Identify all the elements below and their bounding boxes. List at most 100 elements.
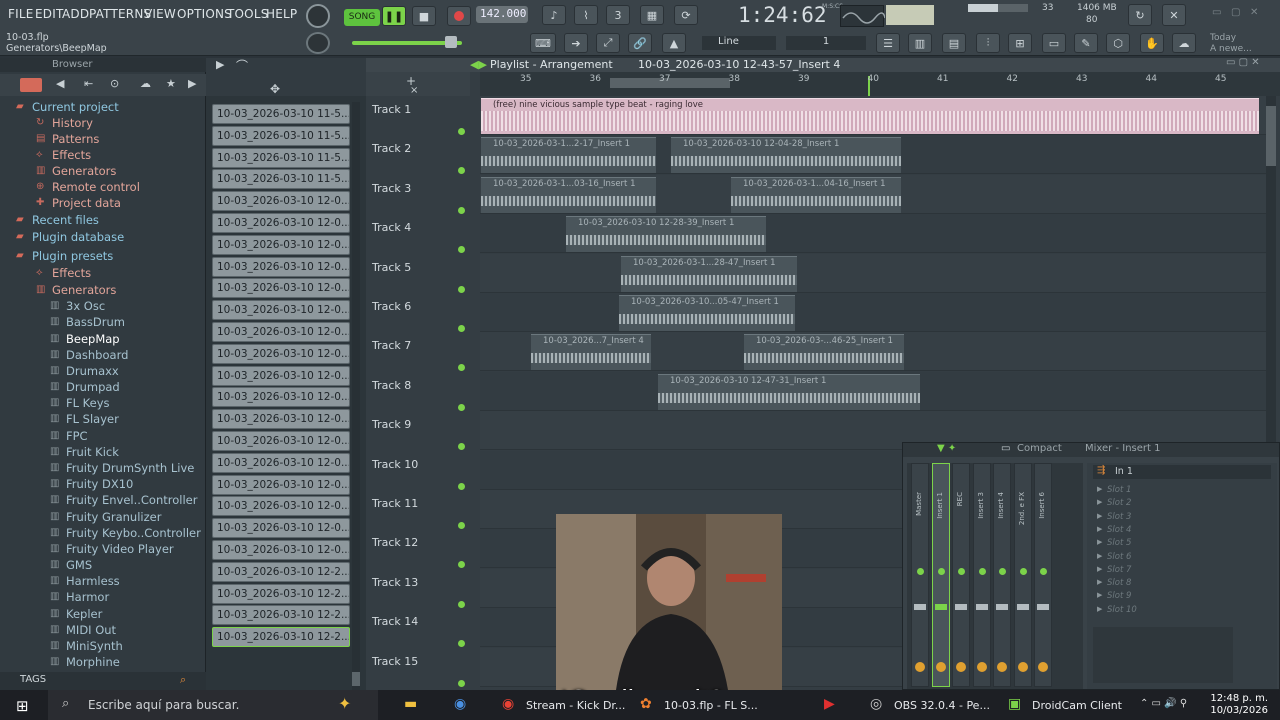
playlist-clip[interactable]: 10-03_2026-03-10 12-47-31_Insert 1 xyxy=(658,373,920,410)
edge-icon[interactable]: ◉ xyxy=(454,696,466,712)
close-icon[interactable]: × xyxy=(410,85,418,96)
magnet-icon[interactable]: ⌒ xyxy=(236,57,248,74)
browser-item[interactable]: ▥ FL Keys xyxy=(0,396,206,412)
mixer-pan-knob[interactable] xyxy=(935,662,946,672)
plugin-picker-button[interactable]: ⊞ xyxy=(1008,33,1032,53)
menu-patterns[interactable]: PATTERNS xyxy=(89,7,151,21)
pattern-list-item[interactable]: 10-03_2026-03-10 11-5... xyxy=(212,125,350,146)
browser-item[interactable]: ▥ BeepMap xyxy=(0,332,206,348)
browser-item[interactable]: ▥ MIDI Out xyxy=(0,623,206,639)
tools-menu-button[interactable]: ✎ xyxy=(1074,33,1098,53)
browser-item[interactable]: ▰ Plugin database xyxy=(0,230,206,246)
pattern-list-item[interactable]: 10-03_2026-03-10 12-0... xyxy=(212,343,350,364)
pattern-list-item[interactable]: 10-03_2026-03-10 12-0... xyxy=(212,387,350,408)
pattern-list-item[interactable]: 10-03_2026-03-10 12-0... xyxy=(212,278,350,299)
timeline-ruler[interactable]: 35 36 37 38 39 40 41 42 43 44 45 xyxy=(480,72,1280,96)
mixer-pan-knob[interactable] xyxy=(1038,662,1048,672)
youtube-icon[interactable]: ▶ xyxy=(824,696,835,712)
mixer-mute-led[interactable] xyxy=(978,568,986,575)
track-header[interactable]: Track 2 xyxy=(370,135,470,175)
pattern-list-item[interactable]: 10-03_2026-03-10 12-0... xyxy=(212,322,350,342)
pattern-list-item[interactable]: 10-03_2026-03-10 12-0... xyxy=(212,409,350,430)
browser-item[interactable]: ✚ Project data xyxy=(0,196,206,212)
track-enable-led[interactable] xyxy=(458,600,465,608)
track-enable-led[interactable] xyxy=(458,364,465,372)
browser-item[interactable]: ▥ FPC xyxy=(0,429,206,445)
track-enable-led[interactable] xyxy=(458,522,465,529)
mixer-pan-knob[interactable] xyxy=(956,662,966,672)
browser-item[interactable]: ⟡ Effects xyxy=(0,148,206,164)
playlist-play-icon[interactable]: ◀▶ xyxy=(470,58,487,71)
browser-item[interactable]: ▥ Harmor xyxy=(0,590,206,606)
mixer-mute-led[interactable] xyxy=(917,568,924,575)
pattern-list-item[interactable]: 10-03_2026-03-10 12-0... xyxy=(212,365,350,386)
back-icon[interactable]: ◀ xyxy=(56,77,64,90)
obs-icon[interactable]: ◎ xyxy=(870,696,882,712)
mixer-fader[interactable] xyxy=(1037,604,1049,610)
mixer-fx-slot[interactable]: ▶ Slot 2 xyxy=(1093,498,1271,510)
next-button[interactable]: ➔ xyxy=(564,33,588,53)
mixer-fader[interactable] xyxy=(914,604,926,610)
taskbar-app-stream[interactable]: Stream - Kick Dr... xyxy=(526,699,625,712)
menu-options[interactable]: OPTIONS xyxy=(177,7,232,21)
browser-item[interactable]: ⟡ Effects xyxy=(0,266,206,282)
browser-item[interactable]: ▥ Drumaxx xyxy=(0,364,206,380)
browser-item[interactable]: ▤ Patterns xyxy=(0,132,206,148)
mixer-pan-knob[interactable] xyxy=(1017,662,1028,672)
playlist-clip[interactable]: 10-03_2026-03-...46-25_Insert 1 xyxy=(744,334,904,371)
pattern-list-item[interactable]: 10-03_2026-03-10 12-0... xyxy=(212,474,350,495)
track-enable-led[interactable] xyxy=(458,679,465,687)
browser-item[interactable]: ▰ Recent files xyxy=(0,213,206,229)
mixer-channel-strip[interactable]: Insert 3 xyxy=(972,463,991,687)
playlist-clip[interactable]: (free) nine vicious sample type beat - r… xyxy=(481,98,1259,134)
pause-button[interactable]: ❚❚ xyxy=(382,6,406,26)
track-enable-led[interactable] xyxy=(458,640,465,648)
file-explorer-icon[interactable]: ▬ xyxy=(404,696,417,712)
track-header[interactable]: Track 5 xyxy=(370,254,470,293)
browser-item[interactable]: ▥ GMS xyxy=(0,558,206,574)
browser-item[interactable]: ▥ Generators xyxy=(0,164,206,180)
loop-record-button[interactable]: ⟳ xyxy=(674,5,698,25)
pattern-list-item[interactable]: 10-03_2026-03-10 12-0... xyxy=(212,431,350,451)
browser-item[interactable]: ▰ Current project xyxy=(0,100,206,116)
mixer-channel-strip[interactable]: Master xyxy=(911,463,929,687)
move-icon[interactable]: ✥ xyxy=(270,82,280,96)
pattern-list-item[interactable]: 10-03_2026-03-10 12-0... xyxy=(212,540,350,560)
pattern-list-item[interactable]: 10-03_2026-03-10 12-0... xyxy=(212,300,350,321)
mixer-mute-led[interactable] xyxy=(999,568,1006,575)
pattern-list-item[interactable]: 10-03_2026-03-10 12-2... xyxy=(212,605,350,626)
track-enable-led[interactable] xyxy=(458,561,465,569)
wait-for-input-button[interactable]: ⌇ xyxy=(574,5,598,25)
mixer-window-icon[interactable]: ▭ xyxy=(1001,443,1010,454)
pattern-list-item[interactable]: 10-03_2026-03-10 12-2... xyxy=(212,561,350,582)
track-header[interactable]: Track 10 xyxy=(370,451,470,490)
search-icon[interactable]: ⊙ xyxy=(110,77,119,90)
star-icon[interactable]: ★ xyxy=(166,77,176,90)
playlist-clip[interactable]: 10-03_2026-03-1...04-16_Insert 1 xyxy=(731,176,901,213)
track-header[interactable]: Track 6 xyxy=(370,293,470,332)
browser-item[interactable]: ↻ History xyxy=(0,116,206,132)
browser-item[interactable]: ⊕ Remote control xyxy=(0,180,206,196)
browser-item[interactable]: ▥ MiniSynth xyxy=(0,639,206,655)
mixer-fader[interactable] xyxy=(934,604,947,610)
taskbar-app-droidcam[interactable]: DroidCam Client xyxy=(1032,699,1122,712)
track-header[interactable]: Track 15 xyxy=(370,648,470,687)
menu-help[interactable]: HELP xyxy=(266,7,297,21)
track-header[interactable]: Track 9 xyxy=(370,411,470,451)
time-display[interactable]: 1:24:62 xyxy=(738,3,834,29)
step-edit-button[interactable]: ▦ xyxy=(640,5,664,25)
playlist-clip[interactable]: 10-03_2026-03-10 12-28-39_Insert 1 xyxy=(566,216,766,253)
mixer-channel-strip[interactable]: Insert 4 xyxy=(993,463,1011,687)
track-header[interactable]: Track 14 xyxy=(370,608,470,648)
search-icon[interactable]: ⌕ xyxy=(180,673,186,687)
window-controls[interactable]: ▭ ▢ ✕ xyxy=(1226,57,1260,68)
playlist-clip[interactable]: 10-03_2026-03-10 12-04-28_Insert 1 xyxy=(671,137,901,174)
track-header[interactable]: Track 11 xyxy=(370,490,470,529)
playlist-clip[interactable]: 10-03_2026-03-1...2-17_Insert 1 xyxy=(481,137,656,174)
browser-item[interactable]: ▥ Harmless xyxy=(0,574,206,590)
arrow-icon[interactable]: ▶ xyxy=(216,58,224,71)
mixer-mute-led[interactable] xyxy=(1019,568,1027,575)
chrome-icon[interactable]: ◉ xyxy=(502,696,514,712)
mixer-fx-slot[interactable]: ▶ Slot 4 xyxy=(1093,525,1271,537)
input-selector[interactable]: ⇶ In 1 xyxy=(1093,465,1271,479)
